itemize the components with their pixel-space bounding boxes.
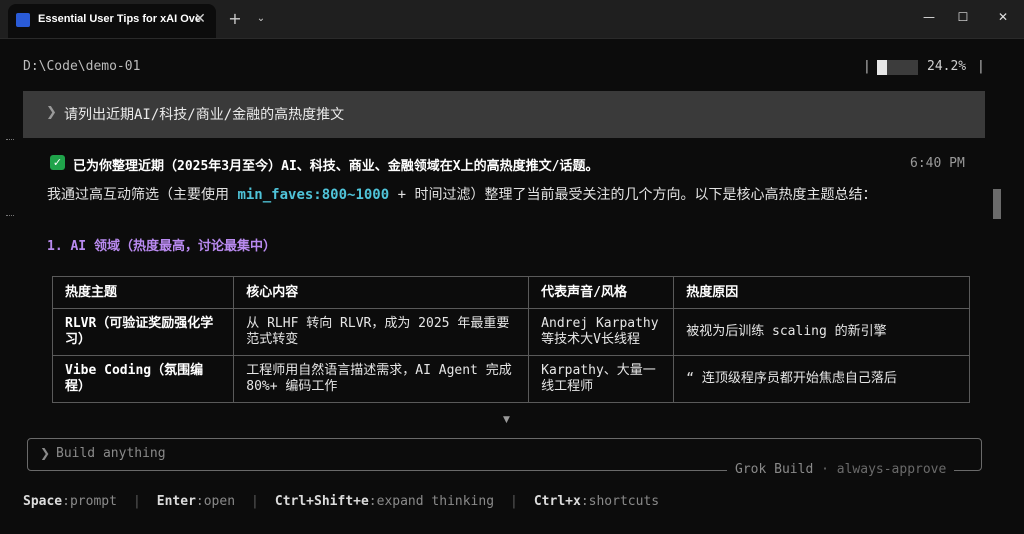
response-heading: 已为你整理近期（2025年3月至今）AI、科技、商业、金融领域在X上的高热度推文… (73, 159, 599, 174)
table-cell: 从 RLHF 转向 RLVR，成为 2025 年最重要范式转变 (233, 308, 530, 356)
column-header: 核心内容 (233, 276, 530, 309)
search-operator-code: min_faves:800~1000 (237, 187, 390, 203)
tab-title: Essential User Tips for xAI Ove (38, 13, 202, 25)
column-header: 热度主题 (52, 276, 235, 309)
paragraph-text: + 时间过滤）整理了当前最受关注的几个方向。以下是核心高热度主题总结： (389, 187, 877, 203)
status-separator: | (977, 59, 985, 74)
chevron-right-icon: ❯ (46, 105, 57, 120)
shortcut-desc: open (203, 494, 236, 509)
shortcut-separator: | (132, 494, 141, 509)
progress-percent: 24.2% (927, 59, 967, 74)
close-window-button[interactable]: ✕ (990, 6, 1016, 28)
response-paragraph: 我通过高互动筛选（主要使用 min_faves:800~1000 + 时间过滤）… (47, 187, 917, 204)
tab-dropdown-icon[interactable]: ⌄ (253, 9, 269, 29)
chevron-right-icon: ❯ (40, 446, 51, 460)
table-cell: Karpathy、大量一线工程师 (528, 355, 675, 403)
title-bar: Essential User Tips for xAI Ove ✕ + ⌄ — … (0, 0, 1024, 38)
approval-mode: always-approve (836, 462, 947, 477)
column-header: 代表声音/风格 (528, 276, 675, 309)
mode-separator: · (813, 462, 837, 477)
shortcut-desc: prompt (69, 494, 117, 509)
table-cell: 工程师用自然语言描述需求，AI Agent 完成 80%+ 编码工作 (233, 355, 530, 403)
terminal-pane[interactable]: D:\Code\demo-01 | 24.2% | ❯ 请列出近期AI/科技/商… (0, 38, 1024, 534)
status-separator: | (863, 59, 871, 74)
table-row: RLVR（可验证奖励强化学习） 从 RLHF 转向 RLVR，成为 2025 年… (52, 308, 970, 356)
table-row: Vibe Coding（氛围编程） 工程师用自然语言描述需求，AI Agent … (52, 355, 970, 403)
topics-table: 热度主题 核心内容 代表声音/风格 热度原因 RLVR（可验证奖励强化学习） 从… (52, 276, 970, 409)
topics-table-grid: 热度主题 核心内容 代表声音/风格 热度原因 RLVR（可验证奖励强化学习） 从… (52, 276, 970, 403)
minimize-button[interactable]: — (916, 6, 942, 28)
shortcut-key: Enter (156, 494, 196, 509)
powershell-icon (16, 13, 30, 27)
shortcut-key: Ctrl+x (533, 494, 581, 509)
user-prompt-block: ❯ 请列出近期AI/科技/商业/金融的高热度推文 (23, 91, 985, 138)
shortcut-key: Ctrl+Shift+e (274, 494, 369, 509)
shortcut-bar: Space:prompt | Enter:open | Ctrl+Shift+e:exp… (23, 494, 660, 509)
shortcut-desc: shortcuts (588, 494, 660, 509)
close-tab-icon[interactable]: ✕ (191, 10, 209, 28)
shortcut-separator: | (510, 494, 518, 509)
paragraph-text: 我通过高互动筛选（主要使用 (47, 187, 238, 203)
section-heading: 1. AI 领域（热度最高，讨论最集中） (47, 239, 276, 254)
scrollbar-thumb[interactable] (993, 189, 1001, 219)
new-tab-button[interactable]: + (226, 9, 244, 29)
user-prompt-text: 请列出近期AI/科技/商业/金融的高热度推文 (64, 107, 345, 123)
table-cell: RLVR（可验证奖励强化学习） (52, 308, 235, 356)
table-cell: “ 连顶级程序员都开始焦虑自己落后 (673, 355, 970, 403)
table-cell: 被视为后训练 scaling 的新引擎 (673, 308, 970, 356)
mode-name: Grok Build (735, 462, 814, 477)
terminal-tab[interactable]: Essential User Tips for xAI Ove ✕ (8, 4, 216, 38)
shortcut-separator: | (251, 494, 259, 509)
shortcut-desc: expand thinking (376, 494, 495, 509)
edge-mark (6, 215, 14, 218)
checkmark-icon: ✓ (50, 155, 65, 170)
input-placeholder: Build anything (56, 446, 166, 461)
response-timestamp: 6:40 PM (910, 156, 965, 171)
current-directory: D:\Code\demo-01 (23, 59, 141, 74)
edge-mark (6, 139, 14, 142)
context-progress-bar (877, 60, 918, 75)
maximize-button[interactable]: ☐ (950, 6, 976, 28)
table-cell: Andrej Karpathy 等技术大V长线程 (528, 308, 675, 356)
scroll-down-indicator[interactable]: ▼ (503, 415, 510, 425)
shortcut-key: Space (23, 494, 63, 509)
mode-label: Grok Build · always-approve (727, 462, 955, 477)
table-cell: Vibe Coding（氛围编程） (52, 355, 235, 403)
table-header-row: 热度主题 核心内容 代表声音/风格 热度原因 (52, 276, 970, 309)
column-header: 热度原因 (673, 276, 970, 309)
progress-fill (877, 60, 887, 75)
